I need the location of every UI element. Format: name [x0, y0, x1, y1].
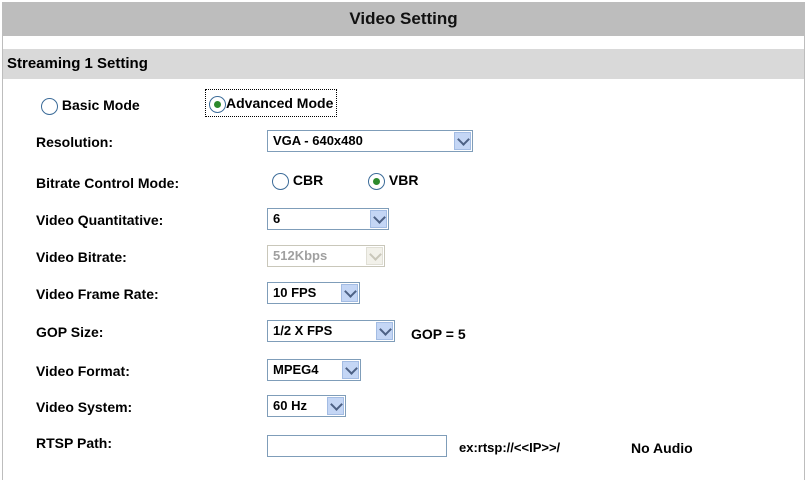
- rtsp-path-input[interactable]: [267, 435, 447, 457]
- resolution-value: VGA - 640x480: [273, 133, 363, 148]
- quantitative-value: 6: [273, 211, 281, 226]
- chevron-down-icon[interactable]: [370, 210, 387, 228]
- audio-note: No Audio: [631, 440, 693, 456]
- format-select[interactable]: MPEG4: [267, 359, 361, 381]
- bitrate-control-label: Bitrate Control Mode:: [36, 175, 180, 191]
- gop-label: GOP Size:: [36, 324, 104, 340]
- advanced-mode-label: Advanced Mode: [226, 95, 334, 111]
- resolution-select[interactable]: VGA - 640x480: [267, 130, 473, 152]
- section-title: Streaming 1 Setting: [3, 49, 804, 79]
- system-label: Video System:: [36, 399, 133, 415]
- gop-readout: GOP = 5: [411, 326, 466, 342]
- basic-mode-label: Basic Mode: [61, 97, 140, 113]
- resolution-label: Resolution:: [36, 134, 113, 150]
- chevron-down-icon[interactable]: [327, 397, 344, 415]
- system-select[interactable]: 60 Hz: [267, 395, 346, 417]
- format-value: MPEG4: [273, 362, 319, 377]
- bitrate-label: Video Bitrate:: [36, 249, 127, 265]
- chevron-down-icon: [366, 247, 383, 265]
- cbr-option[interactable]: CBR: [272, 172, 323, 190]
- frame-rate-value: 10 FPS: [273, 285, 317, 300]
- chevron-down-icon[interactable]: [454, 132, 471, 150]
- cbr-label: CBR: [292, 172, 324, 188]
- bitrate-select: 512Kbps: [267, 245, 385, 267]
- gop-value: 1/2 X FPS: [273, 323, 333, 338]
- advanced-mode-radio[interactable]: [209, 95, 226, 113]
- page-title: Video Setting: [3, 2, 804, 37]
- chevron-down-icon[interactable]: [376, 322, 393, 340]
- bitrate-value: 512Kbps: [273, 248, 328, 263]
- advanced-mode-option[interactable]: Advanced Mode: [205, 89, 338, 117]
- frame-rate-label: Video Frame Rate:: [36, 286, 159, 302]
- format-label: Video Format:: [36, 363, 130, 379]
- basic-mode-radio[interactable]: [41, 97, 58, 115]
- rtsp-label: RTSP Path:: [36, 435, 112, 451]
- basic-mode-option[interactable]: Basic Mode: [41, 94, 140, 116]
- rtsp-example: ex:rtsp://<<IP>>/: [459, 440, 561, 455]
- quantitative-select[interactable]: 6: [267, 208, 389, 230]
- system-value: 60 Hz: [273, 398, 307, 413]
- chevron-down-icon[interactable]: [341, 284, 358, 302]
- vbr-label: VBR: [388, 172, 419, 188]
- cbr-radio[interactable]: [272, 172, 289, 190]
- quantitative-label: Video Quantitative:: [36, 212, 164, 228]
- vbr-option[interactable]: VBR: [368, 172, 418, 190]
- video-setting-panel: Video Setting Streaming 1 Setting Basic …: [2, 2, 805, 480]
- gop-select[interactable]: 1/2 X FPS: [267, 320, 395, 342]
- chevron-down-icon[interactable]: [342, 361, 359, 379]
- frame-rate-select[interactable]: 10 FPS: [267, 282, 360, 304]
- vbr-radio[interactable]: [368, 172, 385, 190]
